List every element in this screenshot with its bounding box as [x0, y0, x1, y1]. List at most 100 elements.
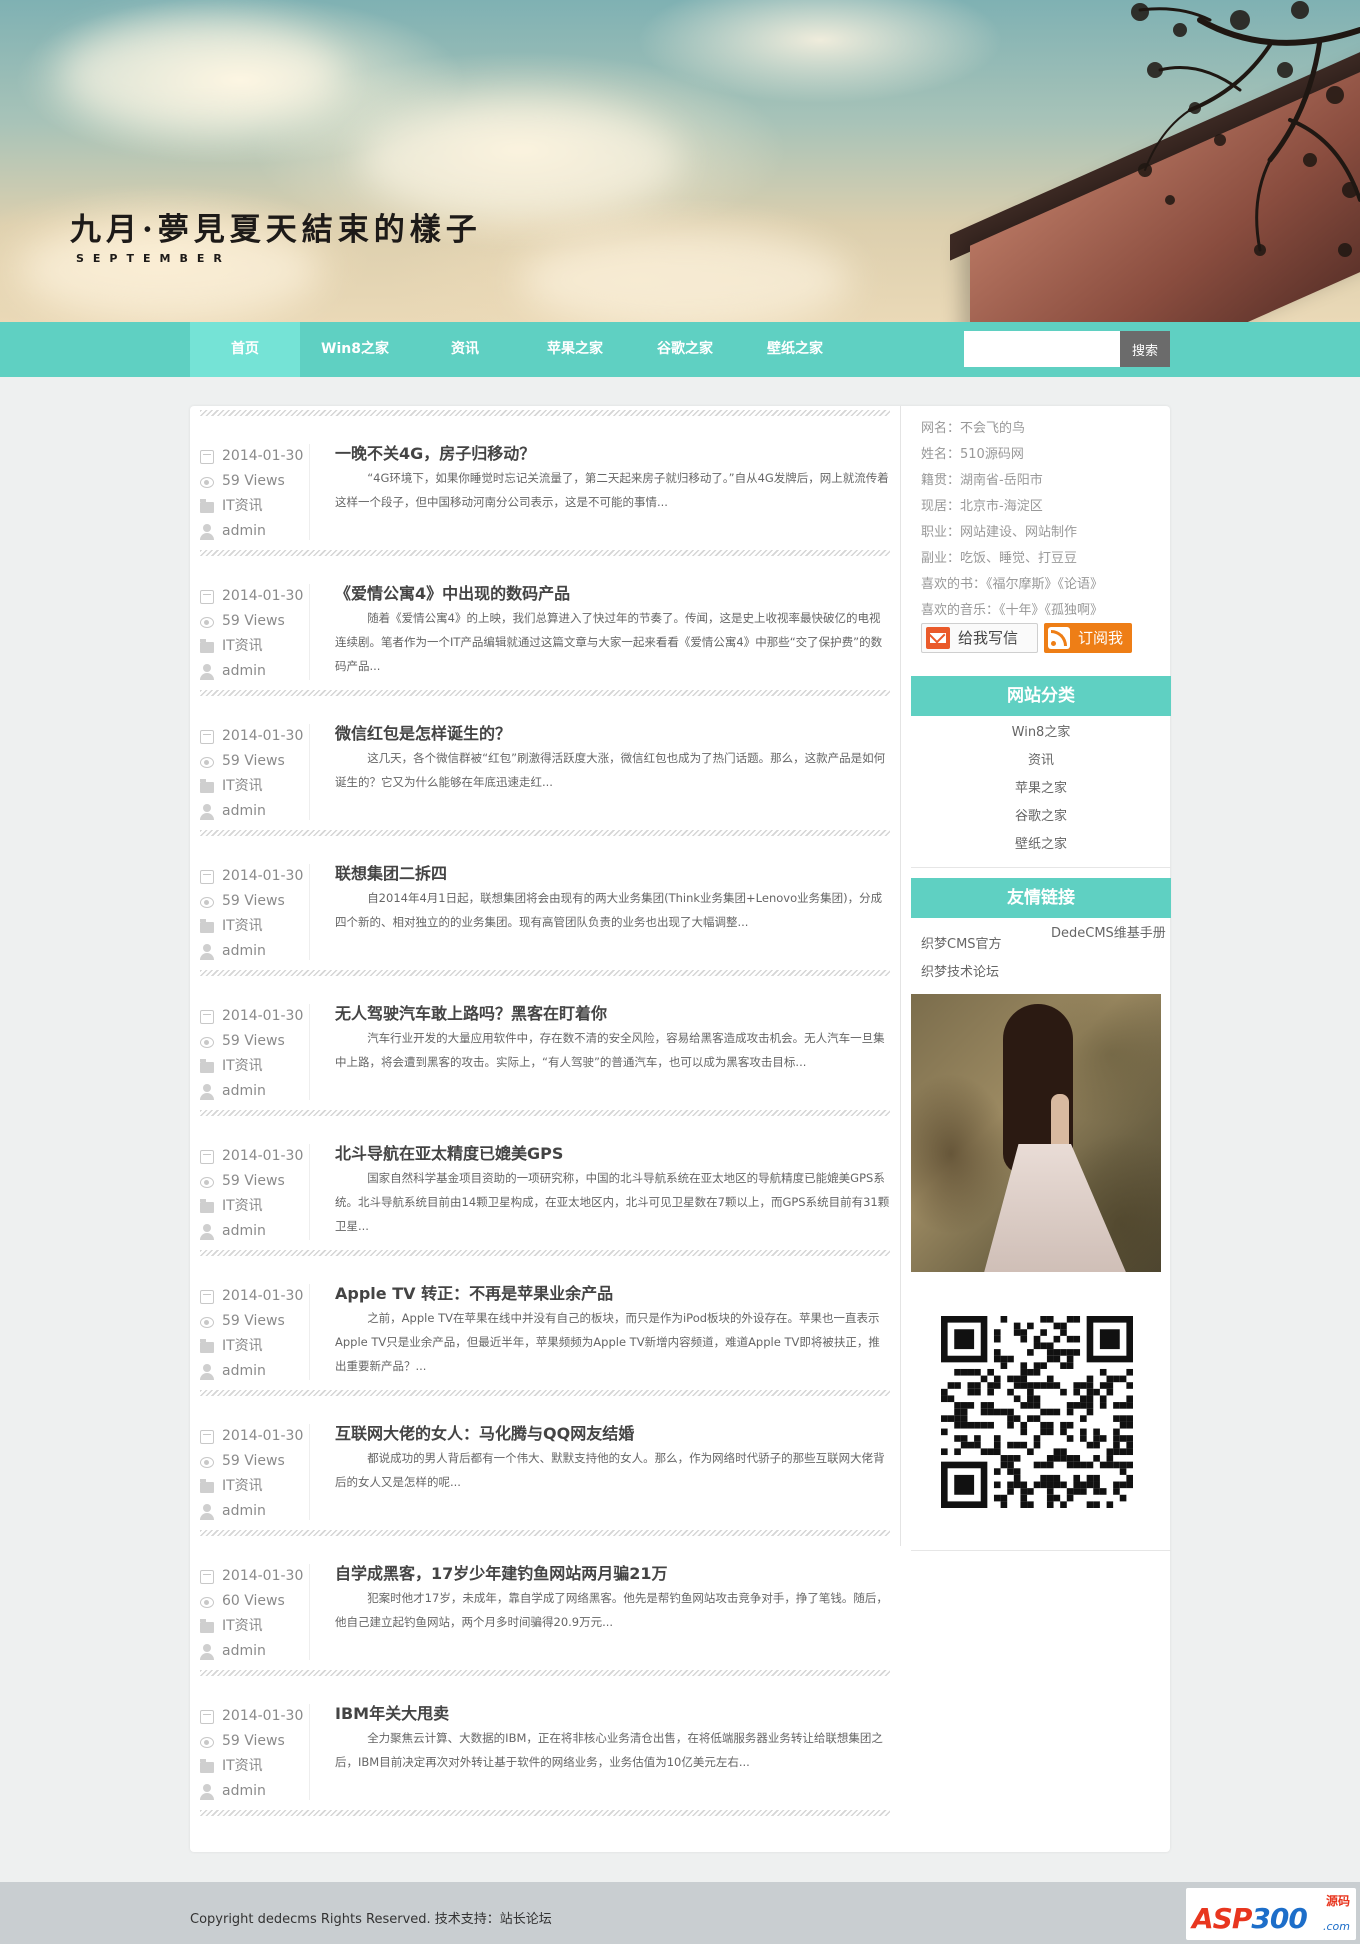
post-category[interactable]: IT资讯	[222, 1054, 263, 1079]
post-author: admin	[222, 1363, 266, 1379]
envelope-icon	[926, 627, 950, 649]
eye-icon	[200, 1456, 214, 1468]
folder-icon	[200, 1479, 214, 1493]
post-category[interactable]: IT资讯	[222, 1614, 263, 1639]
nav-item-google[interactable]: 谷歌之家	[630, 322, 740, 377]
eye-icon	[200, 756, 214, 768]
post-summary: 国家自然科学基金项目资助的一项研究称，中国的北斗导航系统在亚太地区的导航精度已能…	[335, 1171, 890, 1233]
logo-cn-text: 源码	[1325, 1894, 1350, 1908]
folder-icon	[200, 779, 214, 793]
post-category[interactable]: IT资讯	[222, 494, 263, 519]
categories-heading: 网站分类	[911, 676, 1171, 716]
post-meta: 2014-01-30 59 Views IT资讯 admin	[200, 1004, 310, 1100]
post-title[interactable]: 无人驾驶汽车敢上路吗？黑客在盯着你	[335, 1000, 607, 1024]
post-title[interactable]: Apple TV 转正：不再是苹果业余产品	[335, 1280, 613, 1304]
post-date: 2014-01-30	[222, 588, 304, 604]
post-date: 2014-01-30	[222, 1428, 304, 1444]
search-button[interactable]: 搜索	[1120, 331, 1170, 367]
post-item: 2014-01-30 59 Views IT资讯 admin 北斗导航在亚太精度已媲美G…	[200, 1116, 890, 1256]
friend-link[interactable]: DedeCMS维基手册	[1051, 920, 1169, 948]
post-item: 2014-01-30 59 Views IT资讯 admin 微信红包是怎样诞生的？ 这几…	[200, 696, 890, 836]
post-item: 2014-01-30 59 Views IT资讯 admin Apple TV 转正：不…	[200, 1256, 890, 1396]
post-item: 2014-01-30 59 Views IT资讯 admin 互联网大佬的女人：马化腾与…	[200, 1396, 890, 1536]
post-item: 2014-01-30 60 Views IT资讯 admin 自学成黑客，17岁少年建钓…	[200, 1536, 890, 1676]
subscribe-button[interactable]: 订阅我	[1044, 623, 1132, 653]
post-category[interactable]: IT资讯	[222, 1754, 263, 1779]
post-author: admin	[222, 943, 266, 959]
main-navbar: 首页 Win8之家 资讯 苹果之家 谷歌之家 壁纸之家 搜索	[0, 322, 1360, 377]
post-title[interactable]: 北斗导航在亚太精度已媲美GPS	[335, 1140, 563, 1164]
post-date: 2014-01-30	[222, 1008, 304, 1024]
folder-icon	[200, 1059, 214, 1073]
profile-job: 职业：网站建设、网站制作	[921, 525, 1078, 540]
calendar-icon	[200, 869, 214, 884]
post-summary: 汽车行业开发的大量应用软件中，存在数不清的安全风险，容易给黑客造成攻击机会。无人…	[335, 1031, 885, 1069]
post-item: 2014-01-30 59 Views IT资讯 admin 《爱情公寓4》中出现的数码…	[200, 556, 890, 696]
post-item: 2014-01-30 59 Views IT资讯 admin IBM年关大甩卖 全力聚焦云…	[200, 1676, 890, 1816]
folder-icon	[200, 1619, 214, 1633]
post-author: admin	[222, 1643, 266, 1659]
friend-link[interactable]: 织梦技术论坛	[921, 959, 999, 987]
post-author: admin	[222, 803, 266, 819]
nav-item-news[interactable]: 资讯	[410, 322, 520, 377]
user-icon	[200, 663, 214, 680]
friend-link[interactable]: 织梦CMS官方	[921, 931, 1051, 959]
post-title[interactable]: 《爱情公寓4》中出现的数码产品	[335, 580, 570, 604]
post-meta: 2014-01-30 59 Views IT资讯 admin	[200, 1704, 310, 1800]
logo-asp-text: ASP	[1192, 1902, 1252, 1935]
calendar-icon	[200, 1009, 214, 1024]
post-views: 59 Views	[222, 1313, 285, 1329]
user-icon	[200, 1643, 214, 1660]
post-title[interactable]: 微信红包是怎样诞生的？	[335, 720, 511, 744]
post-views: 59 Views	[222, 1033, 285, 1049]
category-item[interactable]: 资讯	[911, 747, 1171, 775]
content-panel: 2014-01-30 59 Views IT资讯 admin 一晚不关4G，房子归移动？…	[190, 406, 1171, 1852]
post-summary: 犯案时他才17岁，未成年，靠自学成了网络黑客。他先是帮钓鱼网站攻击竞争对手，挣了…	[335, 1591, 888, 1629]
post-date: 2014-01-30	[222, 1148, 304, 1164]
folder-icon	[200, 1199, 214, 1213]
post-category[interactable]: IT资讯	[222, 1474, 263, 1499]
nav-item-apple[interactable]: 苹果之家	[520, 322, 630, 377]
post-meta: 2014-01-30 59 Views IT资讯 admin	[200, 584, 310, 680]
nav-item-win8[interactable]: Win8之家	[300, 322, 410, 377]
post-views: 59 Views	[222, 473, 285, 489]
post-date: 2014-01-30	[222, 728, 304, 744]
post-meta: 2014-01-30 59 Views IT资讯 admin	[200, 864, 310, 960]
profile-card: 网名：不会飞的鸟 姓名：510源码网 籍贯：湖南省-岳阳市 现居：北京市-海淀区…	[921, 416, 1151, 624]
post-meta: 2014-01-30 59 Views IT资讯 admin	[200, 1284, 310, 1380]
post-date: 2014-01-30	[222, 1708, 304, 1724]
nav-item-wallpaper[interactable]: 壁纸之家	[740, 322, 850, 377]
post-category[interactable]: IT资讯	[222, 774, 263, 799]
post-title[interactable]: 联想集团二拆四	[335, 860, 447, 884]
post-category[interactable]: IT资讯	[222, 1194, 263, 1219]
post-title[interactable]: 自学成黑客，17岁少年建钓鱼网站两月骗21万	[335, 1560, 668, 1584]
profile-books: 喜欢的书：《福尔摩斯》《论语》	[921, 577, 1104, 592]
post-meta: 2014-01-30 59 Views IT资讯 admin	[200, 444, 310, 540]
post-views: 59 Views	[222, 1733, 285, 1749]
user-icon	[200, 1363, 214, 1380]
category-item[interactable]: 谷歌之家	[911, 803, 1171, 831]
post-title[interactable]: IBM年关大甩卖	[335, 1700, 449, 1724]
post-category[interactable]: IT资讯	[222, 634, 263, 659]
category-item[interactable]: Win8之家	[911, 719, 1171, 747]
eye-icon	[200, 896, 214, 908]
nav-item-home[interactable]: 首页	[190, 322, 300, 377]
post-summary: “4G环境下，如果你睡觉时忘记关流量了，第二天起来房子就归移动了。”自从4G发牌…	[335, 471, 889, 509]
post-category[interactable]: IT资讯	[222, 1334, 263, 1359]
post-views: 59 Views	[222, 1453, 285, 1469]
footer: Copyright dedecms Rights Reserved. 技术支持：…	[0, 1882, 1360, 1944]
folder-icon	[200, 639, 214, 653]
search-input[interactable]	[964, 331, 1120, 367]
post-item: 2014-01-30 59 Views IT资讯 admin 无人驾驶汽车敢上路吗？黑客…	[200, 976, 890, 1116]
post-category[interactable]: IT资讯	[222, 914, 263, 939]
user-icon	[200, 1783, 214, 1800]
post-title[interactable]: 互联网大佬的女人：马化腾与QQ网友结婚	[335, 1420, 634, 1444]
category-item[interactable]: 壁纸之家	[911, 831, 1171, 859]
folder-icon	[200, 919, 214, 933]
write-me-button[interactable]: 给我写信	[921, 623, 1038, 653]
post-summary: 都说成功的男人背后都有一个伟大、默默支持他的女人。那么，作为网络时代骄子的那些互…	[335, 1451, 885, 1489]
profile-music: 喜欢的音乐：《十年》《孤独啊》	[921, 603, 1104, 618]
category-item[interactable]: 苹果之家	[911, 775, 1171, 803]
post-title[interactable]: 一晚不关4G，房子归移动？	[335, 440, 535, 464]
asp300-logo[interactable]: ASP300 源码 .com	[1186, 1888, 1356, 1940]
